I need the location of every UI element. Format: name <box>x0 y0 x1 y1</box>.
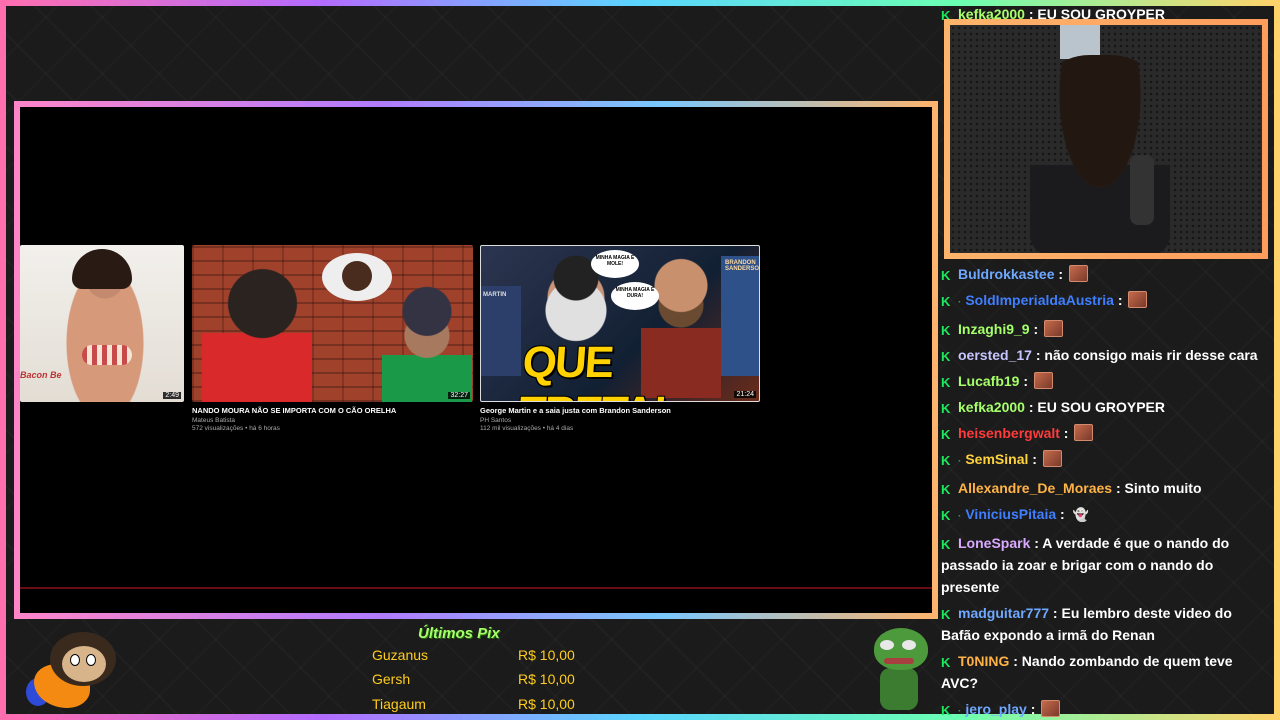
chat-message: K Buldrokkastee : <box>941 263 1271 289</box>
speech-bubble-text: MINHA MAGIA É MOLE! <box>595 255 635 267</box>
chat-badge-icon: K <box>941 537 951 552</box>
chat-message: Kheisenbergwalt : <box>941 422 1271 448</box>
video-stats: 112 mil visualizações • há 4 dias <box>480 425 574 432</box>
donor-name: Guzanus <box>372 647 429 663</box>
chat-badge-icon: K <box>941 655 951 670</box>
video-card-1[interactable]: Bacon Be 2:49 <box>20 245 184 402</box>
chat-badge-icon: K <box>941 508 951 523</box>
pepe-mascot <box>870 628 930 710</box>
dog-image <box>342 261 372 291</box>
video-title[interactable]: George Martin e a saia justa com Brandon… <box>480 406 760 415</box>
chat-panel: K Buldrokkastee : K · SoldImperialdaAustria… <box>941 263 1271 720</box>
emote-icon <box>1128 291 1148 308</box>
chat-message: K Inzaghi9_9 : <box>941 318 1271 344</box>
chat-message: K Allexandre_De_Moraes : Sinto muito <box>941 480 1202 497</box>
chat-username[interactable]: SemSinal <box>965 451 1028 467</box>
chat-username[interactable]: T0NING <box>958 653 1009 669</box>
chat-username[interactable]: oersted_17 <box>958 347 1032 363</box>
video-title[interactable]: NANDO MOURA NÃO SE IMPORTA COM O CÃO ORE… <box>192 406 473 415</box>
chat-message: Kkefka2000 : EU SOU GROYPER <box>941 399 1165 416</box>
emote-icon <box>1068 265 1088 282</box>
book-title: BRANDON SANDERSON <box>725 260 760 272</box>
video-player[interactable]: Bacon Be 2:49 32:27 NANDO MOURA NÃO SE I… <box>20 107 932 613</box>
chat-message: K · SoldImperialdaAustria : <box>941 289 1271 318</box>
video-stats: 572 visualizações • há 6 horas <box>192 425 280 432</box>
chat-username[interactable]: Buldrokkastee <box>958 266 1054 282</box>
donor-name: Gersh <box>372 671 411 687</box>
video-channel[interactable]: PH Santos <box>480 417 760 424</box>
chat-badge-icon: K <box>941 703 951 718</box>
video-card-3[interactable]: MARTIN BRANDON SANDERSON MINHA MAGIA É M… <box>480 245 760 432</box>
video-progress-bar[interactable] <box>20 587 932 589</box>
chat-username[interactable]: jero_play <box>965 701 1026 717</box>
video-thumbnail[interactable]: Bacon Be 2:49 <box>20 245 184 402</box>
donor-name: Tiagaum <box>372 696 426 712</box>
donation-amount: R$ 10,00 <box>518 647 575 663</box>
sub-badge-icon: · <box>958 297 962 308</box>
video-duration: 2:49 <box>163 392 181 399</box>
chat-badge-icon: K <box>941 607 951 622</box>
donation-amount: R$ 10,00 <box>518 696 575 712</box>
webcam-frame <box>944 19 1268 259</box>
video-thumbnail[interactable]: MARTIN BRANDON SANDERSON MINHA MAGIA É M… <box>480 245 760 402</box>
donations-title: Últimos Pix <box>418 625 500 642</box>
ghost-emote-icon: 👻 <box>1072 507 1089 522</box>
chat-badge-icon: K <box>941 453 951 468</box>
chat-username[interactable]: Allexandre_De_Moraes <box>958 480 1112 496</box>
webcam-feed <box>950 25 1262 253</box>
chat-message: K · ViniciusPitaia : 👻 <box>941 503 1271 532</box>
chat-message: K · SemSinal : <box>941 448 1271 477</box>
chat-message: K LoneSpark : A verdade é que o nando do … <box>941 535 1230 595</box>
chat-username[interactable]: Lucafb19 <box>958 373 1019 389</box>
chat-message: K · jero_play : <box>941 698 1271 720</box>
thumbnail-text: Bacon Be <box>20 370 62 380</box>
chat-badge-icon: K <box>941 294 951 309</box>
chat-username[interactable]: Inzaghi9_9 <box>958 321 1030 337</box>
chat-username[interactable]: ViniciusPitaia <box>965 506 1056 522</box>
chat-username[interactable]: heisenbergwalt <box>958 425 1060 441</box>
chat-badge-icon: K <box>941 427 951 442</box>
book-title: MARTIN <box>483 292 507 298</box>
chat-message: Kmadguitar777 : Eu lembro deste video do… <box>941 605 1232 643</box>
chat-badge-icon: K <box>941 349 951 364</box>
mascot-character <box>18 628 118 708</box>
video-duration: 21:24 <box>734 391 756 398</box>
chat-badge-icon: K <box>941 323 951 338</box>
sub-badge-icon: · <box>958 456 962 467</box>
chat-badge-icon: K <box>941 401 951 416</box>
emote-icon <box>1042 450 1062 467</box>
sub-badge-icon: · <box>958 511 962 522</box>
chat-username[interactable]: madguitar777 <box>958 605 1049 621</box>
video-channel[interactable]: Mateus Batista <box>192 417 473 424</box>
chat-badge-icon: K <box>941 482 951 497</box>
chat-badge-icon: K <box>941 375 951 390</box>
video-duration: 32:27 <box>448 392 470 399</box>
player-frame: Bacon Be 2:49 32:27 NANDO MOURA NÃO SE I… <box>14 101 938 619</box>
chat-badge-icon: K <box>941 268 951 283</box>
emote-icon <box>1074 424 1094 441</box>
emote-icon <box>1041 700 1061 717</box>
video-thumbnail[interactable]: 32:27 <box>192 245 473 402</box>
thumbnail-headline: QUE TRETA! <box>518 338 667 401</box>
sub-badge-icon: · <box>958 706 962 717</box>
video-card-2[interactable]: 32:27 NANDO MOURA NÃO SE IMPORTA COM O C… <box>192 245 473 432</box>
chat-message: K T0NING : Nando zombando de quem teve AV… <box>941 653 1233 691</box>
chat-username[interactable]: kefka2000 <box>958 399 1025 415</box>
chat-message: K Lucafb19 : <box>941 370 1271 396</box>
speech-bubble-text: MINHA MAGIA É DURA! <box>615 287 655 299</box>
donation-amount: R$ 10,00 <box>518 671 575 687</box>
chat-username[interactable]: SoldImperialdaAustria <box>965 292 1114 308</box>
chat-message: Koersted_17 : não consigo mais rir desse… <box>941 347 1258 364</box>
microphone <box>1130 155 1154 225</box>
chat-username[interactable]: LoneSpark <box>958 535 1030 551</box>
chat-text: EU SOU GROYPER <box>1037 399 1165 415</box>
chat-text: não consigo mais rir desse cara <box>1044 347 1258 363</box>
chat-text: Sinto muito <box>1124 480 1202 496</box>
emote-icon <box>1044 320 1064 337</box>
emote-icon <box>1033 372 1053 389</box>
